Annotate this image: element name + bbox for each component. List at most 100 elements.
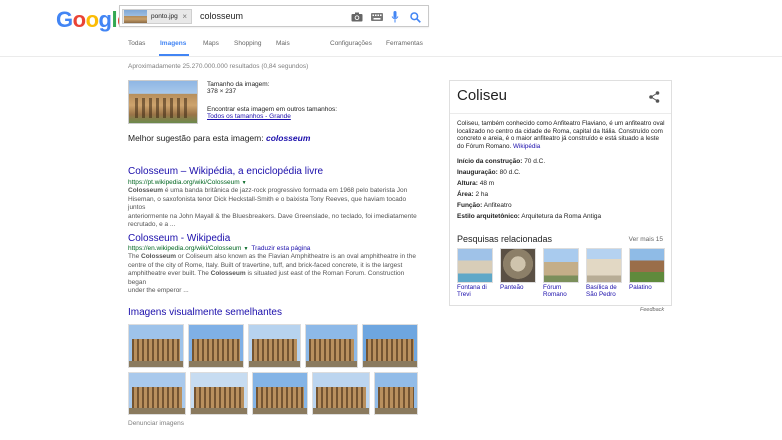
tab-maps[interactable]: Maps <box>203 40 219 47</box>
chip-thumbnail <box>124 10 147 23</box>
logo-letter: o <box>72 7 86 32</box>
tabs-divider <box>0 56 782 57</box>
related-label: Panteão <box>500 284 524 291</box>
fact-value: 80 d.C. <box>499 169 521 176</box>
fact-label: Área: <box>457 191 474 198</box>
related-searches-title: Pesquisas relacionadas <box>457 234 553 244</box>
similar-image[interactable] <box>248 324 301 368</box>
url-dropdown-icon[interactable]: ▼ <box>243 246 248 252</box>
related-label: Palatino <box>629 284 652 291</box>
tab-ferramentas[interactable]: Ferramentas <box>386 40 423 47</box>
share-icon[interactable] <box>649 91 660 105</box>
related-label: Basílica de São Pedro <box>586 284 617 298</box>
wikipedia-source-link[interactable]: Wikipédia <box>513 143 540 150</box>
result-stats: Aproximadamente 25.270.000.000 resultado… <box>128 63 309 70</box>
related-item[interactable]: Basílica de São Pedro <box>586 248 622 298</box>
chip-filename: ponto.jpg <box>151 13 178 20</box>
keyboard-icon[interactable] <box>370 10 384 24</box>
related-label: Fontana di Trevi <box>457 284 487 298</box>
knowledge-panel-title: Coliseu <box>457 87 508 104</box>
related-label: Fórum Romano <box>543 284 567 298</box>
search-box[interactable]: ponto.jpg × colosseum <box>119 5 429 27</box>
similar-image[interactable] <box>305 324 358 368</box>
snippet-line: amphitheatre ever built. The Colosseum i… <box>128 270 405 286</box>
related-image <box>543 248 579 283</box>
similar-image[interactable] <box>188 324 244 368</box>
result-snippet: The Colosseum or Coliseum also known as … <box>128 253 420 296</box>
logo-letter: o <box>85 7 99 32</box>
related-item[interactable]: Fontana di Trevi <box>457 248 493 298</box>
fact-row: Estilo arquitetônico: Arquitetura da Rom… <box>457 213 601 220</box>
fact-value: Anfiteatro <box>483 202 512 209</box>
colosseum-arches <box>135 98 191 118</box>
related-item[interactable]: Fórum Romano <box>543 248 579 298</box>
report-images-link[interactable]: Denunciar imagens <box>128 420 184 427</box>
translate-link[interactable]: Traduzir esta página <box>251 245 310 252</box>
fact-row: Altura: 48 m <box>457 180 494 187</box>
similar-image[interactable] <box>128 372 186 415</box>
image-size-value: 378 × 237 <box>207 88 237 95</box>
see-more-link[interactable]: Ver mais 15 <box>629 236 663 243</box>
result-snippet: Colosseum é uma banda britânica de jazz-… <box>128 187 420 230</box>
search-icon[interactable] <box>408 10 422 24</box>
fact-row: Área: 2 ha <box>457 191 488 198</box>
fact-value: 48 m <box>479 180 495 187</box>
logo-letter: G <box>56 7 73 32</box>
fact-label: Estilo arquitetônico: <box>457 213 520 220</box>
tab-configuracoes[interactable]: Configurações <box>330 40 372 47</box>
similar-image[interactable] <box>128 324 184 368</box>
google-logo[interactable]: Google <box>56 7 129 33</box>
best-guess-link[interactable]: colosseum <box>266 133 310 143</box>
query-image-thumbnail[interactable] <box>128 80 198 124</box>
similar-images-title[interactable]: Imagens visualmente semelhantes <box>128 307 282 318</box>
related-item[interactable]: Panteão <box>500 248 536 291</box>
result-title[interactable]: Colosseum – Wikipédia, a enciclopédia li… <box>128 166 323 177</box>
description-text: Coliseu, também conhecido como Anfiteatr… <box>457 120 665 150</box>
microphone-icon[interactable] <box>388 10 402 24</box>
related-image <box>629 248 665 283</box>
result-title[interactable]: Colosseum - Wikipedia <box>128 233 230 244</box>
fact-row: Função: Anfiteatro <box>457 202 512 209</box>
similar-image[interactable] <box>312 372 370 415</box>
snippet-line: Hiseman, o saxofonista tenor Dick Heckst… <box>128 195 407 212</box>
similar-image[interactable] <box>190 372 248 415</box>
search-input[interactable]: colosseum <box>200 11 243 21</box>
fact-value: 70 d.C. <box>524 158 546 165</box>
related-item[interactable]: Palatino <box>629 248 665 291</box>
result-url: https://pt.wikipedia.org/wiki/Colosseum ▼ <box>128 179 247 186</box>
tab-mais[interactable]: Mais <box>276 40 290 47</box>
similar-image[interactable] <box>252 372 308 415</box>
camera-icon[interactable] <box>350 10 364 24</box>
result-url: https://en.wikipedia.org/wiki/Colosseum ▼… <box>128 245 310 252</box>
search-by-image-chip[interactable]: ponto.jpg × <box>122 9 192 24</box>
related-image <box>457 248 493 283</box>
fact-row: Inauguração: 80 d.C. <box>457 169 521 176</box>
feedback-link[interactable]: Feedback <box>640 307 664 313</box>
chip-close-icon[interactable]: × <box>182 12 187 21</box>
tab-imagens[interactable]: Imagens <box>160 40 186 47</box>
find-other-sizes-label: Encontrar esta imagem em outros tamanhos… <box>207 106 338 113</box>
similar-image[interactable] <box>362 324 418 368</box>
fact-row: Início da construção: 70 d.C. <box>457 158 545 165</box>
similar-image[interactable] <box>374 372 418 415</box>
fact-label: Função: <box>457 202 483 209</box>
fact-value: 2 ha <box>475 191 489 198</box>
tab-shopping[interactable]: Shopping <box>234 40 261 47</box>
image-size-label: Tamanho da imagem: <box>207 81 270 88</box>
snippet-line: The Colosseum or Coliseum also known as … <box>128 253 416 260</box>
tab-todas[interactable]: Todas <box>128 40 145 47</box>
snippet-line: recrutado, e a ... <box>128 221 176 228</box>
panel-divider <box>450 113 671 114</box>
all-sizes-link[interactable]: Todos os tamanhos - Grande <box>207 113 291 120</box>
url-dropdown-icon[interactable]: ▼ <box>242 180 247 186</box>
best-guess-label: Melhor sugestão para esta imagem: <box>128 133 264 143</box>
fact-label: Altura: <box>457 180 478 187</box>
fact-label: Início da construção: <box>457 158 523 165</box>
related-image <box>500 248 536 283</box>
snippet-line: Colosseum é uma banda britânica de jazz-… <box>128 187 408 194</box>
result-url-text: https://pt.wikipedia.org/wiki/Colosseum <box>128 179 240 186</box>
knowledge-panel: Coliseu Coliseu, também conhecido como A… <box>449 80 672 306</box>
related-image <box>586 248 622 283</box>
fact-value: Arquitetura da Roma Antiga <box>521 213 602 220</box>
snippet-line: anteriormente na John Mayall & the Blues… <box>128 212 417 220</box>
